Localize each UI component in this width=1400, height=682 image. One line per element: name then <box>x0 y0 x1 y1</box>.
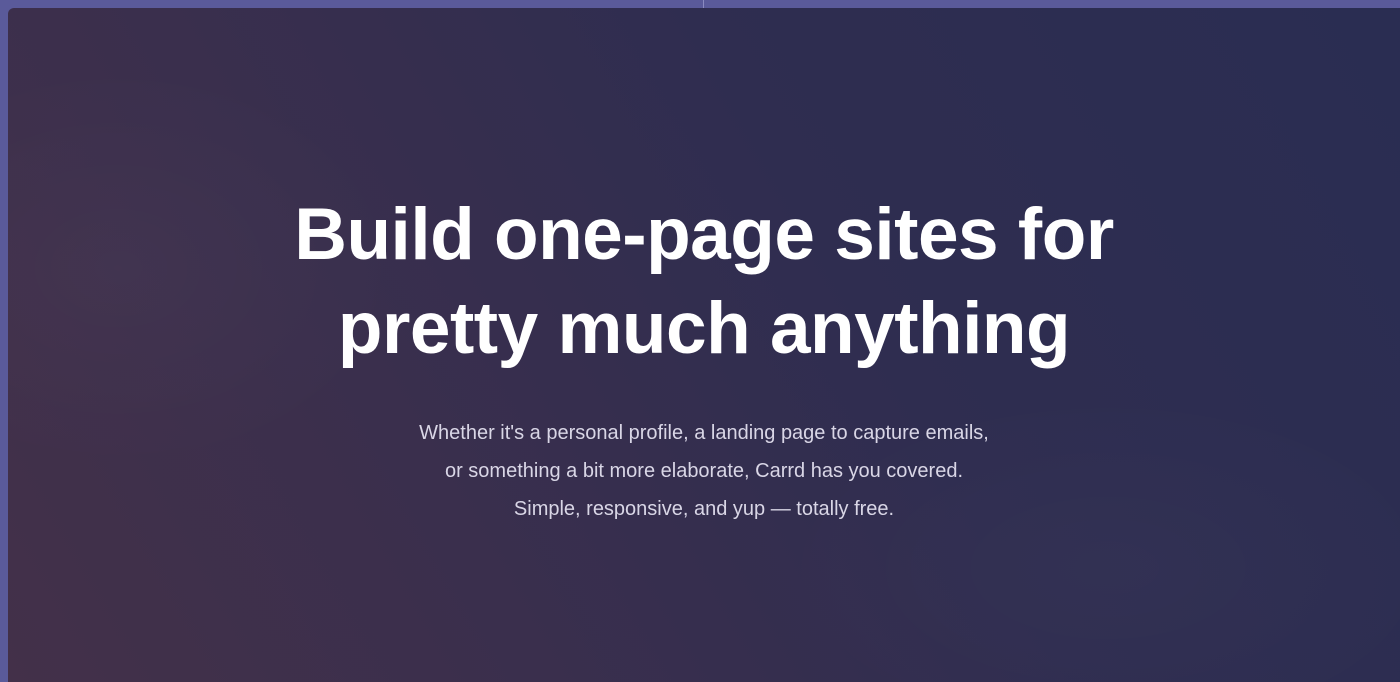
hero-content: Build one-page sites for pretty much any… <box>8 188 1400 528</box>
hero-title-line-1: Build one-page sites for <box>294 194 1114 275</box>
hero-title: Build one-page sites for pretty much any… <box>254 188 1154 376</box>
frame-divider <box>703 0 704 8</box>
hero-section: Build one-page sites for pretty much any… <box>8 8 1400 682</box>
hero-description-line-1: Whether it's a personal profile, a landi… <box>419 422 989 444</box>
hero-description-line-3: Simple, responsive, and yup — totally fr… <box>513 498 895 520</box>
hero-title-line-2: pretty much anything <box>337 288 1071 369</box>
hero-description-line-2: or something a bit more elaborate, Carrd… <box>444 460 964 482</box>
hero-description: Whether it's a personal profile, a landi… <box>304 414 1104 528</box>
